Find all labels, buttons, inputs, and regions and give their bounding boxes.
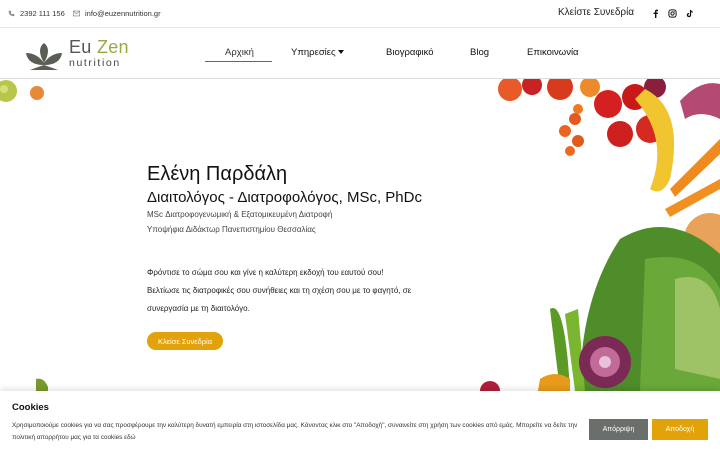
phone-number: 2392 111 156 bbox=[20, 9, 65, 18]
reject-cookies-button[interactable]: Απόρριψη bbox=[589, 419, 648, 440]
email-address: info@euzennutrition.gr bbox=[85, 9, 161, 18]
hero-subtitle-phd: Υποψήφια Διδάκτωρ Πανεπιστημίου Θεσσαλία… bbox=[147, 225, 316, 234]
fruit-decoration-left bbox=[0, 80, 48, 391]
nav-services[interactable]: Υπηρεσίες bbox=[291, 47, 336, 58]
hero-text-line-3: συνεργασία με τη διαιτολόγο. bbox=[147, 304, 250, 313]
facebook-icon[interactable] bbox=[650, 8, 660, 19]
hero-text-line-2: Βελτίωσε τις διατροφικές σου συνήθειες κ… bbox=[147, 286, 412, 295]
chevron-down-icon[interactable] bbox=[338, 50, 344, 54]
logo-nutrition: nutrition bbox=[69, 57, 121, 69]
phone-icon bbox=[8, 10, 15, 17]
nav-biography[interactable]: Βιογραφικό bbox=[386, 47, 434, 58]
nav-active-underline bbox=[205, 61, 272, 62]
logo-wordmark: Eu Zen bbox=[69, 37, 129, 58]
hero-subtitle-msc: MSc Διατροφογενωμική & Εξατομικευμένη Δι… bbox=[147, 210, 333, 219]
top-bar: 2392 111 156 info@euzennutrition.gr Κλεί… bbox=[0, 0, 720, 28]
hero-name: Ελένη Παρδάλη bbox=[147, 163, 288, 185]
email-contact[interactable]: info@euzennutrition.gr bbox=[73, 9, 161, 18]
leaf-logo-icon bbox=[26, 43, 62, 70]
envelope-icon bbox=[73, 10, 80, 17]
logo-zen: Zen bbox=[96, 37, 129, 57]
nav-home[interactable]: Αρχική bbox=[225, 47, 254, 58]
vegetables-image bbox=[480, 79, 720, 391]
logo-eu: Eu bbox=[69, 37, 92, 57]
cookie-banner: Cookies Χρησιμοποιούμε cookies για να σα… bbox=[0, 391, 720, 450]
phone-contact[interactable]: 2392 111 156 bbox=[8, 9, 65, 18]
book-session-button[interactable]: Κλείσε Συνεδρία bbox=[147, 332, 223, 350]
accept-cookies-button[interactable]: Αποδοχή bbox=[652, 419, 708, 440]
cookie-title: Cookies bbox=[12, 402, 49, 413]
cookie-text: Χρησιμοποιούμε cookies για να σας προσφέ… bbox=[12, 422, 578, 441]
logo[interactable]: Eu Zen nutrition bbox=[24, 37, 132, 71]
tiktok-icon[interactable] bbox=[684, 8, 694, 19]
instagram-icon[interactable] bbox=[667, 8, 677, 19]
hero-title: Διαιτολόγος - Διατροφολόγος, MSc, PhDc bbox=[147, 189, 422, 206]
nav-blog[interactable]: Blog bbox=[470, 47, 489, 58]
hero-text-line-1: Φρόντισε το σώμα σου και γίνε η καλύτερη… bbox=[147, 268, 384, 277]
nav-contact[interactable]: Επικοινωνία bbox=[527, 47, 579, 58]
main-header: Eu Zen nutrition Αρχική Υπηρεσίες Βιογρα… bbox=[0, 28, 720, 79]
book-session-link[interactable]: Κλείστε Συνεδρία bbox=[558, 7, 634, 18]
hero-section: Ελένη Παρδάλη Διαιτολόγος - Διατροφολόγο… bbox=[0, 79, 720, 391]
